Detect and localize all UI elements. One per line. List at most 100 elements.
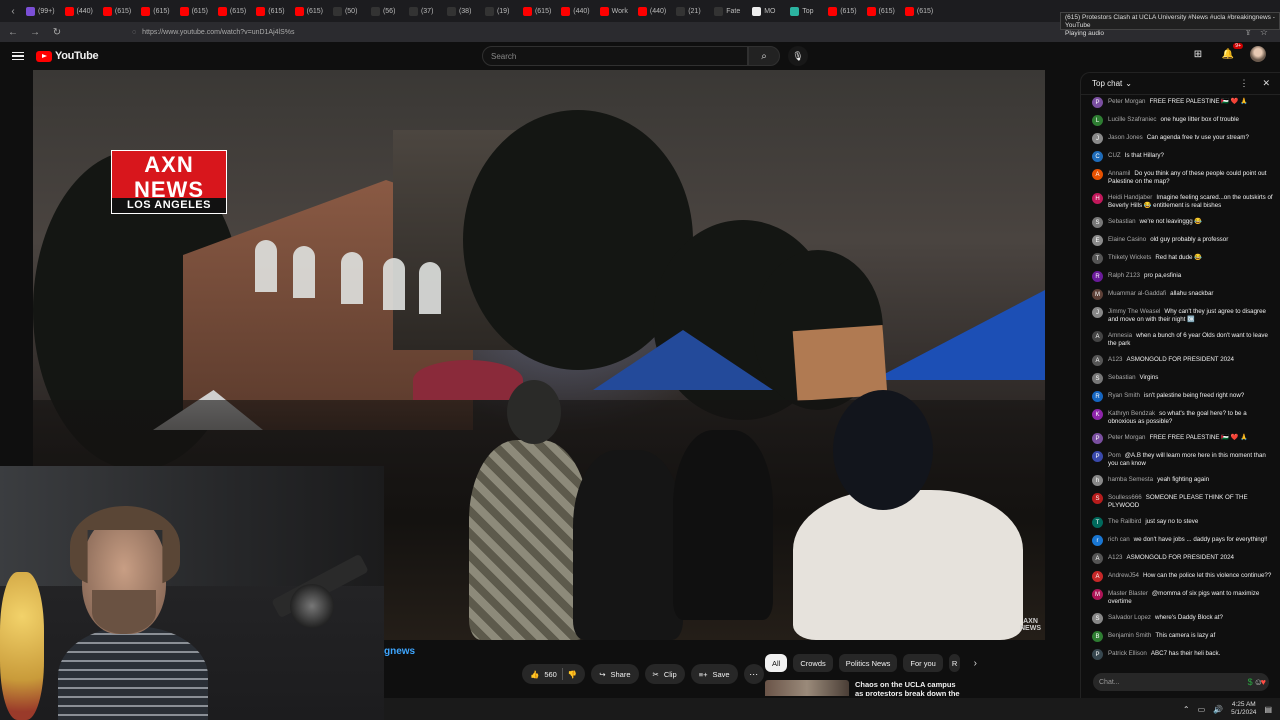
browser-tab[interactable]: (615) [291,2,327,20]
super-chat-icon[interactable]: $ [1248,677,1253,687]
browser-tab[interactable]: (19) [481,2,517,20]
browser-tab[interactable]: (56) [367,2,403,20]
browser-tab[interactable]: (38) [443,2,479,20]
chat-author[interactable]: Heidi Handjaber [1108,194,1152,201]
chat-message[interactable]: B Benjamin Smith This camera is lazy af [1092,631,1280,642]
search-input[interactable]: Search [482,46,748,66]
chat-author[interactable]: Sebastian [1108,374,1136,381]
browser-tab[interactable]: Fate [710,2,746,20]
back-icon[interactable]: ← [6,25,20,39]
chat-avatar[interactable]: M [1092,289,1103,300]
chat-message[interactable]: S Soulless666 SOMEONE PLEASE THINK OF THE … [1092,493,1280,510]
chat-avatar[interactable]: A [1092,553,1103,564]
chat-message[interactable]: K Kathryn Bendzak so what's the goal here?… [1092,409,1280,426]
browser-tab[interactable]: (37) [405,2,441,20]
menu-icon[interactable] [12,51,24,61]
chat-author[interactable]: Ralph Z123 [1108,272,1140,279]
chat-author[interactable]: Jason Jones [1108,134,1143,141]
chat-message[interactable]: r rich can we don't have jobs ... daddy pa… [1092,535,1280,546]
browser-tab[interactable]: Work [596,2,632,20]
recommended-video[interactable]: Chaos on the UCLA campus as protestors b… [765,680,1075,696]
chip-all[interactable]: All [765,654,788,672]
chat-message[interactable]: L Lucille Szafraniec one huge litter box o… [1092,115,1280,126]
chat-message[interactable]: P Patrick Ellison ABC7 has their heli back… [1092,649,1280,660]
chat-message[interactable]: P Peter Morgan FREE FREE PALESTINE 🇵🇸 ❤️ 🙏 [1092,97,1280,108]
browser-tab[interactable]: (440) [557,2,593,20]
chat-avatar[interactable]: A [1092,355,1103,366]
chat-author[interactable]: Jimmy The Weasel [1108,308,1160,315]
forward-icon[interactable]: → [28,25,42,39]
chat-message[interactable]: h hamba Semesta yeah fighting again [1092,475,1280,486]
chat-author[interactable]: The Railbird [1108,518,1141,525]
chat-avatar[interactable]: J [1092,307,1103,318]
chat-author[interactable]: hamba Semesta [1108,476,1153,483]
chat-message[interactable]: M Master Blaster @momma of six pigs want t… [1092,589,1280,606]
notifications-icon[interactable]: 🔔 9+ [1220,43,1243,62]
chat-avatar[interactable]: P [1092,97,1103,108]
chat-input[interactable]: Chat... ☺ [1093,673,1269,691]
close-icon[interactable]: ✕ [1262,78,1270,89]
chat-message[interactable]: C CUZ Is that Hillary? [1092,151,1280,162]
volume-icon[interactable]: 🔊 [1213,705,1223,714]
chat-message[interactable]: P Pom @A.B they will learn more here in th… [1092,451,1280,468]
avatar[interactable] [1250,46,1266,62]
chat-author[interactable]: Thikety Wickets [1108,254,1151,261]
chat-message[interactable]: E Elaine Casino old guy probably a profess… [1092,235,1280,246]
chat-author[interactable]: Sebastian [1108,218,1136,225]
chat-author[interactable]: Benjamin Smith [1108,632,1151,639]
heart-icon[interactable]: ♥ [1261,677,1266,687]
browser-tab[interactable]: (440) [634,2,670,20]
chat-author[interactable]: Muammar al-Gaddafi [1108,290,1166,297]
chat-message[interactable]: T Thikety Wickets Red hat dude 😂 [1092,253,1280,264]
chat-avatar[interactable]: M [1092,589,1103,600]
clock[interactable]: 4:25 AM 5/1/2024 [1231,701,1256,717]
chat-author[interactable]: A123 [1108,554,1122,561]
chat-avatar[interactable]: h [1092,475,1103,486]
chat-avatar[interactable]: P [1092,649,1103,660]
chat-author[interactable]: Peter Morgan [1108,98,1146,105]
browser-tab[interactable]: (615) [137,2,173,20]
more-vert-icon[interactable]: ⋮ [1239,78,1248,89]
browser-tab[interactable]: (615) [214,2,250,20]
chat-avatar[interactable]: R [1092,391,1103,402]
chat-avatar[interactable]: S [1092,613,1103,624]
chat-avatar[interactable]: S [1092,373,1103,384]
chat-avatar[interactable]: J [1092,133,1103,144]
recommended-title[interactable]: Chaos on the UCLA campus as protestors b… [855,680,965,696]
chat-avatar[interactable]: S [1092,217,1103,228]
chat-avatar[interactable]: C [1092,151,1103,162]
clip-button[interactable]: ✂ Clip [644,664,685,684]
chat-message[interactable]: A A123 ASMONGOLD FOR PRESIDENT 2024 [1092,553,1280,564]
chat-avatar[interactable]: H [1092,193,1103,204]
chat-message[interactable]: H Heidi Handjaber Imagine feeling scared..… [1092,193,1280,210]
chat-author[interactable]: Ryan Smith [1108,392,1140,399]
chat-avatar[interactable]: R [1092,271,1103,282]
chat-message[interactable]: R Ryan Smith isn't palestine being freed r… [1092,391,1280,402]
chip-politics-news[interactable]: Politics News [838,654,898,672]
reload-icon[interactable]: ↻ [50,25,64,39]
browser-tab[interactable]: (50) [329,2,365,20]
chat-author[interactable]: Annamil [1108,170,1130,177]
tab-back-icon[interactable]: ‹ [6,4,20,18]
chat-author[interactable]: Kathryn Bendzak [1108,410,1155,417]
browser-tab[interactable]: (99+) [22,2,59,20]
browser-tab[interactable]: (615) [901,2,937,20]
chip-partial[interactable]: R [948,654,961,672]
search-button[interactable]: ⌕ [748,46,780,66]
browser-tab[interactable]: (615) [863,2,899,20]
chat-message[interactable]: P Peter Morgan FREE FREE PALESTINE 🇵🇸 ❤️ 🙏 [1092,433,1280,444]
chat-author[interactable]: Patrick Ellison [1108,650,1147,657]
chat-author[interactable]: Pom [1108,452,1121,459]
chat-author[interactable]: Salvador Lopez [1108,614,1151,621]
browser-tab[interactable]: (615) [176,2,212,20]
chat-message[interactable]: A A123 ASMONGOLD FOR PRESIDENT 2024 [1092,355,1280,366]
thumbs-down-icon[interactable]: 👎 [568,670,577,679]
chat-avatar[interactable]: T [1092,253,1103,264]
browser-tab[interactable]: (615) [99,2,135,20]
more-actions-button[interactable]: ⋯ [743,664,764,684]
chat-author[interactable]: Master Blaster [1108,590,1148,597]
chat-author[interactable]: Soulless666 [1108,494,1142,501]
browser-tab[interactable]: (440) [61,2,97,20]
chat-message[interactable]: S Sebastian we're not leavinggg 😂 [1092,217,1280,228]
chat-author[interactable]: AndrewJ54 [1108,572,1139,579]
